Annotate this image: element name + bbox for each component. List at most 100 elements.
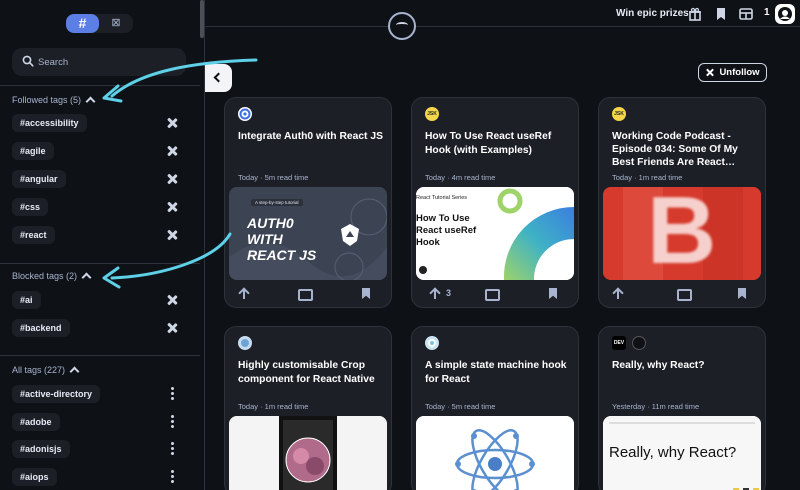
- source-avatar[interactable]: [238, 107, 252, 121]
- close-icon[interactable]: [166, 201, 178, 213]
- post-meta: Today · 4m read time: [425, 173, 496, 182]
- post-meta: Today · 5m read time: [238, 173, 309, 182]
- post-title[interactable]: A simple state machine hook for React: [425, 359, 571, 386]
- image-series: React Tutorial Series: [416, 195, 468, 201]
- image-headline: AUTH0 WITH REACT JS: [247, 215, 317, 263]
- post-title[interactable]: How To Use React useRef Hook (with Examp…: [425, 130, 571, 157]
- blocked-tag-row: #backend: [12, 318, 188, 338]
- tag-chip[interactable]: #accessibility: [12, 114, 87, 132]
- upvote-icon[interactable]: [428, 287, 442, 301]
- post-image[interactable]: [416, 416, 574, 490]
- image-letter: B: [647, 187, 717, 280]
- source-avatar[interactable]: [238, 336, 252, 350]
- comment-icon[interactable]: [297, 287, 313, 301]
- chevron-up-icon: [69, 366, 80, 377]
- post-actions: [599, 287, 765, 301]
- upvote-icon[interactable]: [237, 287, 251, 301]
- collapse-sidebar-button[interactable]: [205, 64, 232, 92]
- divider: [0, 355, 200, 356]
- prize-link[interactable]: Win epic prizes: [616, 8, 689, 19]
- post-meta: Today · 1m read time: [612, 173, 683, 182]
- blocked-tag-row: #ai: [12, 290, 188, 310]
- comment-icon[interactable]: [676, 287, 692, 301]
- bookmark-icon[interactable]: [714, 7, 728, 21]
- post-card[interactable]: JSK How To Use React useRef Hook (with E…: [411, 97, 579, 308]
- tag-chip[interactable]: #backend: [12, 319, 70, 337]
- chevron-up-icon: [85, 96, 96, 107]
- notification-count: 1: [764, 7, 770, 18]
- post-image[interactable]: A step-by-step tutorial AUTH0 WITH REACT…: [229, 187, 387, 280]
- image-caption: A step-by-step tutorial: [251, 199, 303, 206]
- tag-chip[interactable]: #angular: [12, 170, 66, 188]
- comment-icon[interactable]: [484, 287, 500, 301]
- post-image[interactable]: B: [603, 187, 761, 280]
- view-toggle: # ⊠: [66, 14, 133, 33]
- tag-chip[interactable]: #css: [12, 198, 49, 216]
- post-title[interactable]: Working Code Podcast - Episode 034: Some…: [612, 130, 758, 169]
- search-icon: [22, 55, 34, 67]
- more-options-icon[interactable]: [171, 470, 174, 484]
- close-icon[interactable]: [166, 322, 178, 334]
- upvote-icon[interactable]: [611, 287, 625, 301]
- source-avatar[interactable]: DEV: [612, 336, 626, 350]
- bookmark-icon[interactable]: [359, 287, 373, 301]
- more-options-icon[interactable]: [171, 387, 174, 401]
- followed-tags-header[interactable]: Followed tags (5): [12, 95, 96, 107]
- post-title[interactable]: Really, why React?: [612, 359, 758, 373]
- post-card[interactable]: JSK Working Code Podcast - Episode 034: …: [598, 97, 766, 308]
- followed-tag-row: #css: [12, 197, 188, 217]
- source-avatar[interactable]: JSK: [425, 107, 439, 121]
- tag-chip[interactable]: #react: [12, 226, 55, 244]
- chevron-left-icon: [213, 72, 224, 83]
- all-tags-header[interactable]: All tags (227): [12, 365, 80, 377]
- post-title[interactable]: Highly customisable Crop component for R…: [238, 359, 384, 386]
- all-tag-row: #aiops: [12, 467, 188, 487]
- search-input[interactable]: [38, 48, 178, 76]
- block-icon[interactable]: ⊠: [104, 14, 128, 33]
- close-icon[interactable]: [166, 229, 178, 241]
- divider: [0, 263, 200, 264]
- avatar[interactable]: [775, 4, 795, 24]
- blocked-tags-header[interactable]: Blocked tags (2): [12, 271, 92, 283]
- close-icon[interactable]: [166, 294, 178, 306]
- followed-tag-row: #react: [12, 225, 188, 245]
- tag-chip[interactable]: #aiops: [12, 468, 57, 486]
- post-image[interactable]: [229, 416, 387, 490]
- close-icon: [705, 68, 714, 77]
- author-avatar[interactable]: [632, 336, 646, 350]
- layout-icon[interactable]: [739, 7, 753, 21]
- search-box: [12, 48, 186, 76]
- post-meta: Today · 5m read time: [425, 402, 496, 411]
- post-title[interactable]: Integrate Auth0 with React JS: [238, 130, 384, 144]
- gift-icon[interactable]: [688, 7, 702, 21]
- unfollow-button[interactable]: Unfollow: [698, 63, 767, 82]
- hashtag-icon[interactable]: #: [66, 14, 99, 33]
- more-options-icon[interactable]: [171, 442, 174, 456]
- close-icon[interactable]: [166, 173, 178, 185]
- image-headline: Really, why React?: [609, 444, 737, 461]
- bookmark-icon[interactable]: [735, 287, 749, 301]
- source-avatar[interactable]: [425, 336, 439, 350]
- post-card[interactable]: A simple state machine hook for React To…: [411, 326, 579, 490]
- tag-chip[interactable]: #adonisjs: [12, 440, 70, 458]
- github-icon: [778, 7, 792, 21]
- more-options-icon[interactable]: [171, 415, 174, 429]
- tag-chip[interactable]: #ai: [12, 291, 41, 309]
- post-image[interactable]: Really, why React?: [603, 416, 761, 490]
- tag-chip[interactable]: #adobe: [12, 413, 60, 431]
- close-icon[interactable]: [166, 117, 178, 129]
- all-tag-row: #active-directory: [12, 384, 188, 404]
- loading-spinner-icon: [388, 12, 416, 40]
- close-icon[interactable]: [166, 145, 178, 157]
- source-avatar[interactable]: JSK: [612, 107, 626, 121]
- sidebar-scrollbar[interactable]: [200, 0, 204, 38]
- bookmark-icon[interactable]: [546, 287, 560, 301]
- post-card[interactable]: DEV Really, why React? Yesterday · 11m r…: [598, 326, 766, 490]
- blocked-tags-heading: Blocked tags (2): [12, 271, 78, 281]
- post-card[interactable]: Highly customisable Crop component for R…: [224, 326, 392, 490]
- tag-chip[interactable]: #agile: [12, 142, 54, 160]
- post-image[interactable]: React Tutorial Series How To Use React u…: [416, 187, 574, 280]
- post-actions: 3: [412, 287, 578, 301]
- post-card[interactable]: Integrate Auth0 with React JS Today · 5m…: [224, 97, 392, 308]
- tag-chip[interactable]: #active-directory: [12, 385, 101, 403]
